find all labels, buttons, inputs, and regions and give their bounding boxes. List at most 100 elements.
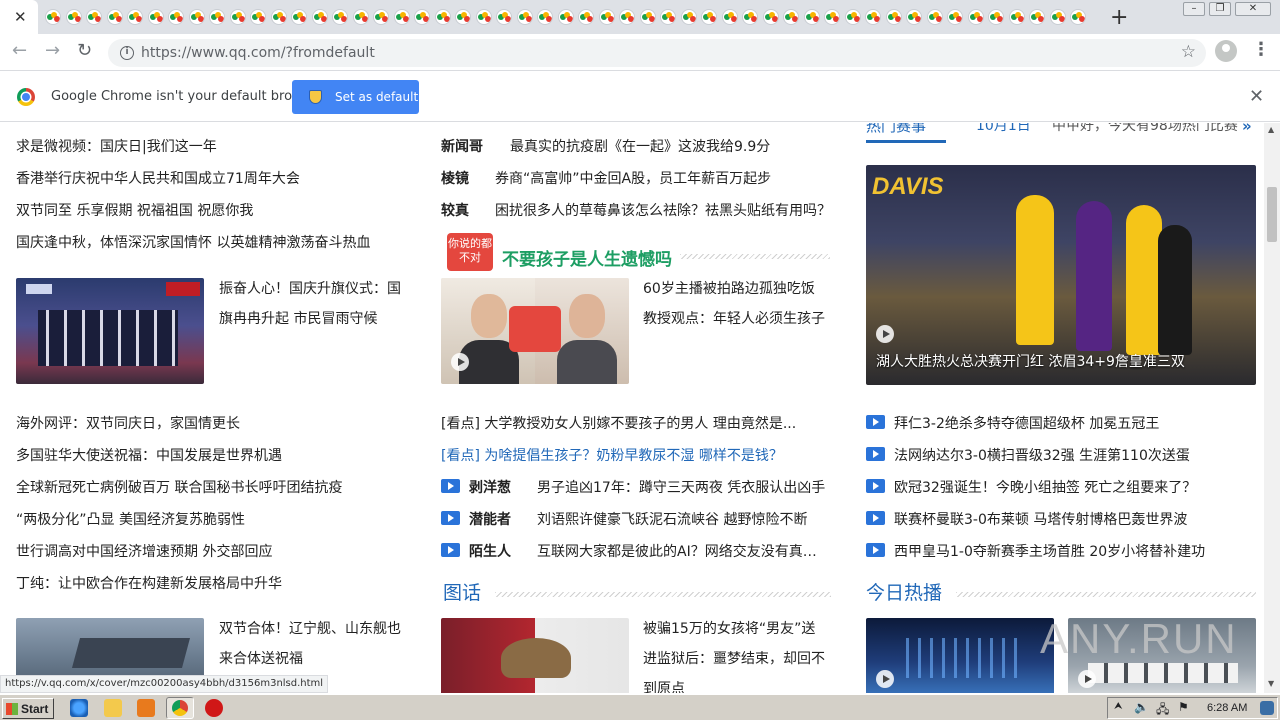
profile-avatar-icon[interactable] <box>1215 40 1237 62</box>
tab-favicon-icon[interactable] <box>45 9 61 25</box>
news-link[interactable]: 多国驻华大使送祝福：中国发展是世界机遇 <box>16 445 282 465</box>
tab-favicon-icon[interactable] <box>557 9 574 25</box>
tab-favicon-icon[interactable] <box>1029 9 1045 25</box>
video-play-icon[interactable] <box>866 415 885 429</box>
feature-title[interactable]: 旗冉冉升起 市民冒雨守候 <box>219 308 377 328</box>
back-icon[interactable]: ← <box>12 40 27 61</box>
video-play-icon[interactable] <box>866 543 885 557</box>
news-link[interactable]: 丁纯：让中欧合作在构建新发展格局中升华 <box>16 573 282 593</box>
tab-favicon-icon[interactable] <box>147 9 164 25</box>
news-link[interactable]: 券商“高富帅”中金回A股，员工年薪百万起步 <box>495 168 771 188</box>
feature-title[interactable]: 来合体送祝福 <box>219 648 303 668</box>
tab-favicon-icon[interactable] <box>1008 9 1025 25</box>
news-link[interactable]: 法网纳达尔3-0横扫晋级32强 生涯第110次送蛋 <box>894 445 1190 465</box>
hero-caption[interactable]: 湖人大胜热火总决赛开门红 浓眉34+9詹皇准三双 <box>876 351 1185 371</box>
news-link[interactable]: 刘语熙许健豪飞跃泥石流峡谷 越野惊险不断 <box>537 509 807 529</box>
column-tag[interactable]: 棱镜 <box>441 168 469 188</box>
kankan-link[interactable]: [看点] 大学教授劝女人别嫁不要孩子的男人 理由竟然是... <box>441 413 796 433</box>
site-info-icon[interactable]: i <box>120 46 134 60</box>
tab-favicon-icon[interactable] <box>721 9 738 25</box>
play-icon[interactable] <box>876 670 894 688</box>
reload-icon[interactable]: ↻ <box>77 40 92 61</box>
feature-title[interactable]: 进监狱后：噩梦结束，却回不 <box>643 648 825 668</box>
news-link[interactable]: 最真实的抗疫剧《在一起》这波我给9.9分 <box>510 136 770 156</box>
talk-show-thumbnail[interactable] <box>441 278 629 384</box>
tab-favicon-icon[interactable] <box>537 9 553 25</box>
start-button[interactable]: Start <box>2 698 54 719</box>
tab-favicon-icon[interactable] <box>824 9 840 25</box>
column-tag[interactable]: 较真 <box>441 200 469 220</box>
news-link[interactable]: 拜仁3-2绝杀多特夺德国超级杯 加冕五冠王 <box>894 413 1159 433</box>
tab-favicon-icon[interactable] <box>947 9 963 25</box>
tab-favicon-icon[interactable] <box>393 9 410 25</box>
tab-favicon-icon[interactable] <box>660 9 676 25</box>
feature-title[interactable]: 教授观点：年轻人必须生孩子 <box>643 308 825 328</box>
news-link[interactable]: 双节同至 乐享假期 祝福祖国 祝愿你我 <box>16 200 253 220</box>
active-tab[interactable]: ✕ <box>0 0 38 34</box>
tab-favicon-icon[interactable] <box>742 9 758 25</box>
news-link[interactable]: 西甲皇马1-0夺新赛季主场首胜 20岁小将替补建功 <box>894 541 1205 561</box>
tab-favicon-icon[interactable] <box>639 9 656 25</box>
security-tool-icon[interactable] <box>205 699 223 717</box>
tab-favicon-icon[interactable] <box>311 9 328 25</box>
tab-favicon-icon[interactable] <box>967 9 984 25</box>
tab-favicon-icon[interactable] <box>865 9 881 25</box>
tab-favicon-icon[interactable] <box>906 9 922 25</box>
url-text[interactable]: https://www.qq.com/?fromdefault <box>141 45 375 61</box>
video-play-icon[interactable] <box>866 447 885 461</box>
volume-icon[interactable]: 🔈 <box>1134 700 1149 714</box>
new-tab-icon[interactable]: + <box>1110 5 1128 30</box>
play-icon[interactable] <box>876 325 894 343</box>
chrome-taskbar-button[interactable] <box>166 697 194 719</box>
tab-favicon-icon[interactable] <box>701 9 717 25</box>
news-link[interactable]: 香港举行庆祝中华人民共和国成立71周年大会 <box>16 168 300 188</box>
tab-favicon-icon[interactable] <box>475 9 492 25</box>
chrome-menu-icon[interactable]: ⋮ <box>1252 39 1270 60</box>
tab-favicon-icon[interactable] <box>188 9 205 25</box>
tab-favicon-icon[interactable] <box>885 9 902 25</box>
tab-favicon-icon[interactable] <box>434 9 451 25</box>
ie-icon[interactable] <box>70 699 88 717</box>
tab-favicon-icon[interactable] <box>1070 9 1086 25</box>
scroll-down-icon[interactable]: ▼ <box>1268 679 1274 688</box>
tab-favicon-icon[interactable] <box>352 9 369 25</box>
more-tabs-icon[interactable]: » <box>1242 123 1252 135</box>
column-tag[interactable]: 剥洋葱 <box>469 477 511 497</box>
set-default-button[interactable]: Set as default <box>292 80 419 114</box>
tab-favicon-icon[interactable] <box>270 9 287 25</box>
feature-title[interactable]: 到原点 <box>643 678 685 693</box>
tab-favicon-icon[interactable] <box>1049 9 1066 25</box>
scroll-up-icon[interactable]: ▲ <box>1268 125 1274 134</box>
vertical-scrollbar[interactable]: ▲ ▼ <box>1264 123 1280 693</box>
close-tab-icon[interactable]: ✕ <box>14 8 27 26</box>
tab-favicon-icon[interactable] <box>209 9 225 25</box>
tab-favicon-icon[interactable] <box>598 9 615 25</box>
feature-title[interactable]: 振奋人心！国庆升旗仪式：国 <box>219 278 401 298</box>
tab-favicon-icon[interactable] <box>414 9 430 25</box>
maximize-button[interactable]: ❐ <box>1209 2 1231 16</box>
feature-title[interactable]: 双节合体！辽宁舰、山东舰也 <box>219 618 401 638</box>
news-link[interactable]: 全球新冠死亡病例破百万 联合国秘书长呼吁团结抗疫 <box>16 477 342 497</box>
scrollbar-thumb[interactable] <box>1267 187 1277 242</box>
tab-favicon-icon[interactable] <box>844 9 861 25</box>
column-tag[interactable]: 潜能者 <box>469 509 511 529</box>
tab-match-count[interactable]: 中甲好，今天有98场热门比赛 <box>1052 123 1238 135</box>
media-player-icon[interactable] <box>137 699 155 717</box>
news-link[interactable]: 互联网大家都是彼此的AI？网络交友没有真… <box>537 541 817 561</box>
forward-icon[interactable]: → <box>45 40 60 61</box>
feature-title[interactable]: 被骗15万的女孩将“男友”送 <box>643 618 815 638</box>
tab-hot-events[interactable]: 热门赛事 <box>866 123 926 136</box>
sports-hero-thumbnail[interactable]: DAVIS 湖人大胜热火总决赛开门红 浓眉34+9詹皇准三双 <box>866 165 1256 385</box>
flag-ceremony-thumbnail[interactable] <box>16 278 204 384</box>
column-tag[interactable]: 陌生人 <box>469 541 511 561</box>
news-link[interactable]: 男子追凶17年：蹲守三天两夜 凭衣服认出凶手 <box>537 477 825 497</box>
minimize-button[interactable]: – <box>1183 2 1205 16</box>
tab-favicon-icon[interactable] <box>783 9 799 25</box>
kankan-link-highlight[interactable]: [看点] 为啥提倡生孩子？奶粉早教尿不湿 哪样不是钱？ <box>441 445 783 465</box>
show-desktop-icon[interactable] <box>1260 701 1274 715</box>
tray-expand-icon[interactable]: ⮝ <box>1114 701 1123 712</box>
network-icon[interactable]: 🖧 <box>1156 700 1169 721</box>
hot-thumb-1[interactable] <box>866 618 1054 693</box>
tab-favicon-icon[interactable] <box>250 9 266 25</box>
column-tag[interactable]: 新闻哥 <box>441 136 483 156</box>
